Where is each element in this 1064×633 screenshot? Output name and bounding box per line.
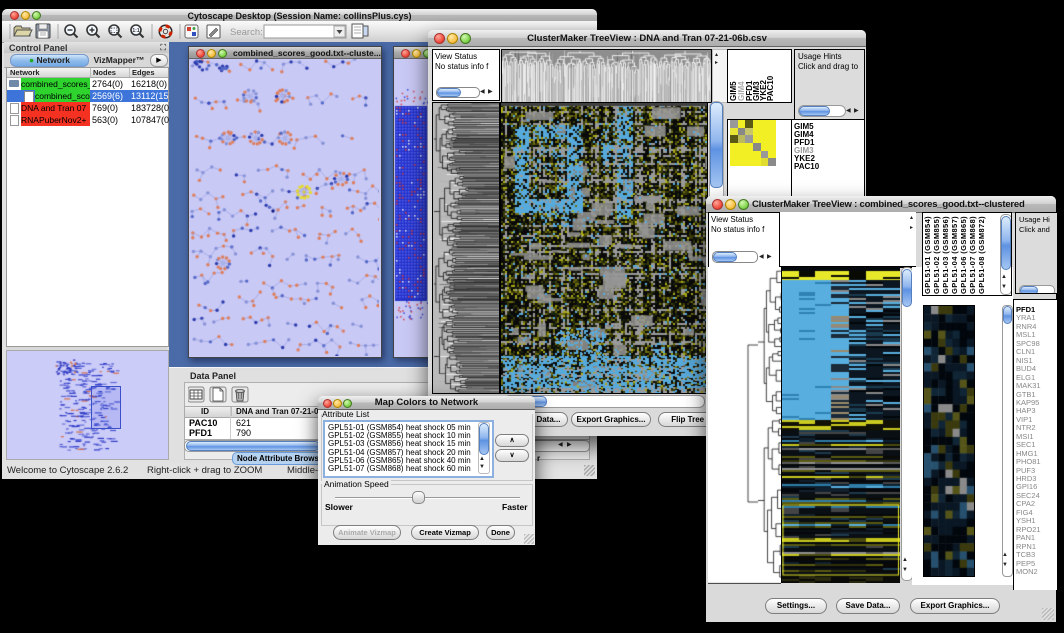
- svg-text:Search:: Search:: [230, 27, 263, 38]
- svg-text:1:1: 1:1: [132, 28, 139, 34]
